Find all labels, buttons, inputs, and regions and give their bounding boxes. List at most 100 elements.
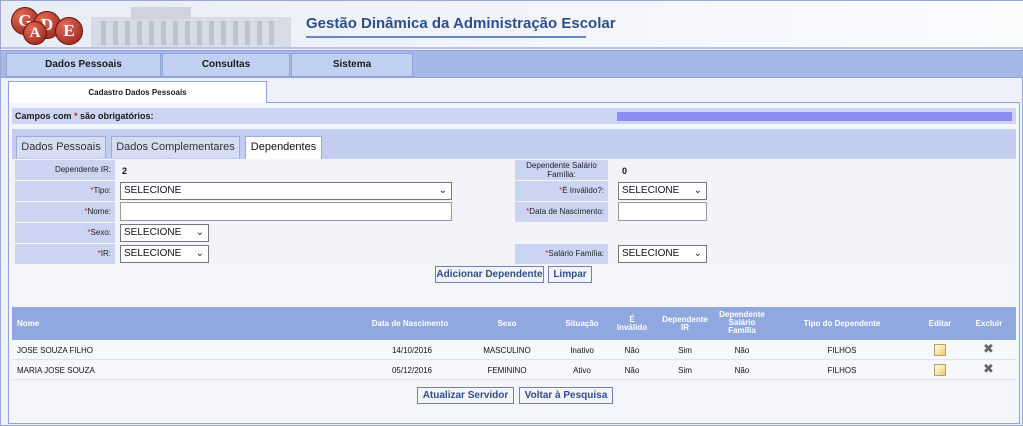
label-e-invalido: *É Inválido?: (515, 181, 608, 201)
label-salario-familia: *Salário Família: (515, 244, 608, 264)
label-e-invalido-text: É Inválido?: (562, 186, 604, 195)
label-dependente-ir: Dependente IR: (15, 160, 115, 180)
limpar-button[interactable]: Limpar (548, 266, 592, 283)
app-header: G D A E Gestão Dinâmica da Administração… (1, 1, 1023, 49)
required-note-prefix: Campos com (15, 111, 75, 121)
cell-data-nascimento: 14/10/2016 (391, 346, 433, 355)
logo-letter-a: A (23, 21, 47, 45)
chevron-down-icon: ⌄ (195, 227, 204, 238)
chevron-down-icon: ⌄ (693, 185, 702, 196)
tab-dados-pessoais[interactable]: Dados Pessoais (16, 136, 106, 158)
cell-data-nascimento: 05/12/2016 (391, 366, 433, 375)
menu-consultas[interactable]: Consultas (162, 53, 290, 77)
edit-pencil-icon[interactable] (934, 344, 946, 356)
title-underline (306, 36, 586, 38)
label-nome-text: Nome: (87, 207, 111, 216)
cell-e-invalido: Não (624, 366, 640, 375)
value-dependente-ir: 2 (122, 166, 128, 176)
cell-dependente-ir: Sim (678, 366, 692, 375)
select-tipo-value: SELECIONE (124, 185, 182, 196)
cell-sexo: FEMININO (487, 366, 527, 375)
gdae-logo[interactable]: G D A E (11, 7, 87, 45)
label-salario-familia-text: Salário Família: (548, 249, 604, 258)
cell-tipo-dependente: FILHOS (827, 366, 857, 375)
menu-sistema[interactable]: Sistema (291, 53, 413, 77)
atualizar-servidor-button[interactable]: Atualizar Servidor (417, 387, 514, 404)
col-header-e-invalido-line2: Inválido (616, 323, 648, 332)
input-data-nascimento[interactable] (618, 202, 707, 221)
select-salario-familia[interactable]: SELECIONE ⌄ (618, 245, 707, 263)
label-sexo: *Sexo: (15, 223, 115, 243)
form-row-nome: *Nome: *Data de Nascimento: (12, 202, 1016, 222)
form-row-sexo: *Sexo: SELECIONE ⌄ (12, 223, 1016, 243)
col-header-nome: Nome (17, 319, 40, 328)
edit-pencil-icon[interactable] (934, 364, 946, 376)
label-dependente-salario-familia: Dependente Salário Família: (515, 160, 608, 180)
value-dependente-salario-familia: 0 (622, 166, 628, 176)
col-header-tipo-dependente: Tipo do Dependente (803, 319, 881, 328)
label-tipo-text: Tipo: (93, 186, 112, 195)
label-tipo: *Tipo: (15, 181, 115, 201)
sub-tabs: Dados Pessoais Dados Complementares Depe… (12, 129, 1016, 159)
delete-x-icon[interactable]: ✖ (983, 342, 994, 357)
cell-nome: JOSE SOUZA FILHO (17, 346, 94, 355)
select-salario-familia-value: SELECIONE (622, 248, 680, 259)
col-header-sexo: Sexo (497, 319, 517, 328)
col-header-excluir: Excluir (975, 319, 1003, 328)
cell-dependente-salario-familia: Não (734, 366, 750, 375)
col-header-dependente-ir-line2: IR (681, 323, 689, 332)
chevron-down-icon: ⌄ (693, 248, 702, 259)
cell-tipo-dependente: FILHOS (827, 346, 857, 355)
input-nome[interactable] (120, 202, 452, 221)
logo-letter-e: E (55, 17, 83, 45)
building-illustration (91, 7, 291, 47)
label-data-nascimento-text: Data de Nascimento: (529, 207, 604, 216)
cell-situacao: Inativo (570, 346, 594, 355)
select-tipo[interactable]: SELECIONE ⌄ (120, 182, 452, 200)
label-sexo-text: Sexo: (90, 228, 111, 237)
form-row-dependentes-count: Dependente IR: 2 Dependente Salário Famí… (12, 160, 1016, 180)
delete-x-icon[interactable]: ✖ (983, 362, 994, 377)
table-row: MARIA JOSE SOUZA 05/12/2016 FEMININO Ati… (12, 361, 1016, 380)
required-fields-note: Campos com * são obrigatórios: (15, 111, 154, 121)
label-ir: *IR: (15, 244, 115, 264)
select-e-invalido[interactable]: SELECIONE ⌄ (618, 182, 707, 200)
cell-e-invalido: Não (624, 346, 640, 355)
app-window: G D A E Gestão Dinâmica da Administração… (0, 0, 1023, 426)
tab-dados-complementares[interactable]: Dados Complementares (111, 136, 240, 158)
col-header-dependente-salario-familia: Dependente Salário Família (712, 311, 772, 335)
app-title: Gestão Dinâmica da Administração Escolar (306, 15, 616, 32)
cell-nome: MARIA JOSE SOUZA (17, 366, 95, 375)
add-dependente-button[interactable]: Adicionar Dependente (435, 266, 544, 283)
label-data-nascimento: *Data de Nascimento: (515, 202, 608, 222)
col-header-data-nascimento: Data de Nascimento (371, 319, 449, 328)
label-ir-text: IR: (100, 249, 111, 258)
select-ir[interactable]: SELECIONE ⌄ (120, 245, 209, 263)
col-header-dep-sf-line3: Família (728, 326, 756, 335)
dependentes-table-header: Nome Data de Nascimento Sexo Situação ÉI… (12, 307, 1016, 340)
menu-dados-pessoais[interactable]: Dados Pessoais (6, 53, 161, 77)
tab-dependentes[interactable]: Dependentes (245, 136, 322, 159)
required-note-suffix: são obrigatórios: (77, 111, 154, 121)
col-header-dependente-ir: Dependente IR (655, 316, 715, 332)
status-bar (617, 112, 1012, 121)
tab-cadastro-dados-pessoais[interactable]: Cadastro Dados Pessoais (8, 81, 267, 103)
col-header-situacao: Situação (565, 319, 599, 328)
select-e-invalido-value: SELECIONE (622, 185, 680, 196)
table-row: JOSE SOUZA FILHO 14/10/2016 MASCULINO In… (12, 341, 1016, 360)
main-menu-bar: Dados Pessoais Consultas Sistema (1, 50, 1023, 78)
chevron-down-icon: ⌄ (438, 185, 447, 196)
main-panel: Campos com * são obrigatórios: Dados Pes… (8, 102, 1020, 424)
select-ir-value: SELECIONE (124, 248, 182, 259)
select-sexo[interactable]: SELECIONE ⌄ (120, 224, 209, 242)
required-fields-note-row: Campos com * são obrigatórios: (12, 108, 1016, 124)
cell-sexo: MASCULINO (483, 346, 531, 355)
form-row-tipo: *Tipo: SELECIONE ⌄ *É Inválido?: SELECION… (12, 181, 1016, 201)
chevron-down-icon: ⌄ (195, 248, 204, 259)
label-nome: *Nome: (15, 202, 115, 222)
voltar-pesquisa-button[interactable]: Voltar à Pesquisa (519, 387, 613, 404)
form-row-ir: *IR: SELECIONE ⌄ *Salário Família: SELECI… (12, 244, 1016, 264)
cell-situacao: Ativo (573, 366, 591, 375)
col-header-editar: Editar (928, 319, 952, 328)
cell-dependente-salario-familia: Não (734, 346, 750, 355)
